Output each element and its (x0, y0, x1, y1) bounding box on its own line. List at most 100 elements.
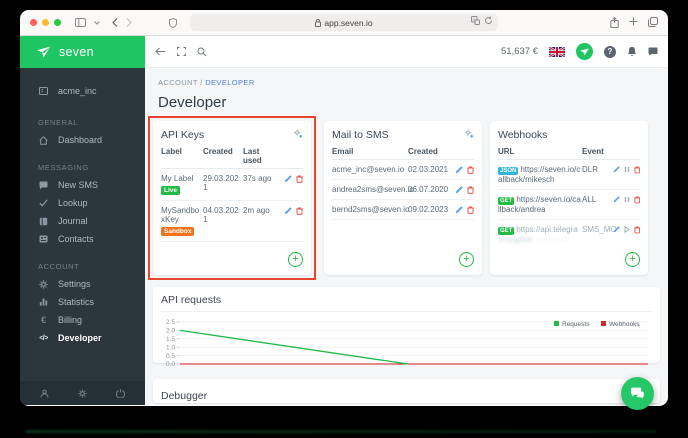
api-key-row: My Label Live 29.03.2021 37s ago (161, 169, 303, 201)
edit-pencil-icon[interactable] (613, 226, 620, 233)
y-tick: 0.0 (166, 361, 175, 368)
sidebar-item-journal[interactable]: Journal (20, 212, 145, 230)
minimize-window-button[interactable] (42, 19, 49, 26)
notifications-bell-icon[interactable] (627, 46, 637, 57)
profile-icon[interactable] (40, 389, 49, 398)
add-api-key-button[interactable]: + (288, 252, 303, 267)
euro-icon: € (40, 314, 46, 325)
browser-window: app.seven.io A seven acme_inc GENERAL Da… (20, 10, 668, 406)
new-sms-label: New SMS (58, 180, 99, 190)
lookup-label: Lookup (58, 198, 88, 208)
get-method-badge: GET (498, 227, 515, 235)
account-balance[interactable]: 51,637 € (501, 46, 538, 57)
chevron-down-icon[interactable] (94, 20, 100, 25)
edit-pencil-icon[interactable] (455, 166, 463, 174)
sidebar-item-workspace[interactable]: acme_inc (20, 82, 145, 100)
tab-overview-icon[interactable] (648, 17, 658, 28)
delete-trash-icon[interactable] (296, 175, 303, 183)
delete-trash-icon[interactable] (633, 166, 641, 174)
page-title: Developer (158, 94, 227, 111)
edit-pencil-icon[interactable] (613, 196, 620, 203)
fullscreen-icon[interactable] (177, 47, 186, 56)
api-key-last-used: 37s ago (243, 174, 272, 183)
chat-bubble-icon (38, 181, 49, 190)
mail-address: bernd2sms@seven.io (332, 205, 410, 214)
webhook-row-disabled: GET https://api.telegra m.org/bot········… (498, 220, 640, 249)
footer-gear-icon[interactable] (78, 388, 87, 398)
seven-plane-icon (37, 46, 51, 58)
delete-trash-icon[interactable] (467, 206, 474, 214)
webhook-url: https://api.telegra (516, 225, 578, 234)
api-key-row: MySandboxKey Sandbox 04.03.2021 2m ago (161, 201, 303, 242)
app-logo[interactable]: seven (20, 36, 145, 68)
add-webhook-button[interactable]: + (625, 252, 640, 267)
settings-label: Settings (58, 279, 91, 289)
close-window-button[interactable] (30, 19, 37, 26)
sidebar: seven acme_inc GENERAL Dashboard MESSAGI… (20, 36, 145, 405)
check-icon (38, 199, 49, 207)
user-avatar[interactable] (576, 43, 593, 60)
language-flag-icon[interactable] (549, 46, 565, 57)
add-mail-button[interactable]: + (459, 252, 474, 267)
gear-icon (38, 279, 49, 289)
sidebar-item-statistics[interactable]: Statistics (20, 293, 145, 311)
delete-trash-icon[interactable] (467, 186, 474, 194)
pause-icon[interactable] (624, 166, 630, 173)
sidebar-item-settings[interactable]: Settings (20, 275, 145, 293)
edit-pencil-icon[interactable] (455, 186, 463, 194)
webhook-event: ALL (582, 195, 597, 204)
forward-button[interactable] (126, 18, 132, 27)
edit-pencil-icon[interactable] (613, 166, 620, 173)
webhook-row: JSON https://seven.io/callback/mikesch DL… (498, 160, 640, 190)
page-content: ACCOUNT / DEVELOPER Developer API Keys L… (145, 68, 668, 405)
developer-label: Developer (58, 333, 102, 343)
breadcrumb-account[interactable]: ACCOUNT (158, 78, 198, 87)
company-icon (38, 87, 49, 95)
logout-icon[interactable] (116, 388, 125, 398)
json-method-badge: JSON (498, 167, 519, 175)
share-icon[interactable] (610, 17, 619, 28)
sidebar-toggle-icon[interactable] (75, 18, 86, 27)
address-bar[interactable]: app.seven.io A (190, 14, 498, 31)
sidebar-item-dashboard[interactable]: Dashboard (20, 131, 145, 149)
api-requests-title: API requests (161, 294, 652, 312)
chat-widget-button[interactable] (621, 377, 654, 410)
sidebar-item-contacts[interactable]: Contacts (20, 230, 145, 248)
search-icon[interactable] (197, 47, 207, 57)
mail-address: acme_inc@seven.io (332, 165, 405, 174)
edit-pencil-icon[interactable] (284, 175, 292, 183)
edit-pencil-icon[interactable] (455, 206, 463, 214)
url-text: app.seven.io (324, 17, 373, 28)
sidebar-item-lookup[interactable]: Lookup (20, 194, 145, 212)
delete-trash-icon[interactable] (633, 196, 641, 204)
code-icon: </> (39, 334, 48, 342)
help-icon[interactable]: ? (604, 45, 616, 58)
api-key-created: 29.03.2021 (203, 174, 239, 192)
lock-icon (315, 18, 322, 27)
debugger-title: Debugger (161, 390, 208, 402)
sidebar-item-billing[interactable]: € Billing (20, 311, 145, 329)
edit-pencil-icon[interactable] (284, 207, 292, 215)
mail-to-sms-settings-icon[interactable] (464, 129, 474, 138)
sandbox-badge: Sandbox (161, 227, 195, 236)
messages-icon[interactable] (648, 47, 658, 56)
new-tab-icon[interactable] (629, 17, 638, 28)
delete-trash-icon[interactable] (296, 207, 303, 215)
delete-trash-icon[interactable] (633, 226, 641, 234)
y-tick: 1.5 (166, 336, 175, 343)
api-key-created: 04.03.2021 (203, 206, 239, 224)
reload-icon[interactable] (484, 16, 493, 25)
sidebar-section-general: GENERAL (38, 118, 79, 127)
pause-icon[interactable] (624, 196, 630, 203)
api-keys-settings-icon[interactable] (293, 129, 303, 138)
translate-icon[interactable]: A (471, 16, 480, 25)
zoom-window-button[interactable] (54, 19, 61, 26)
back-arrow-icon[interactable] (155, 47, 166, 56)
delete-trash-icon[interactable] (467, 166, 474, 174)
sidebar-item-developer[interactable]: </> Developer (20, 329, 145, 347)
privacy-shield-icon[interactable] (169, 17, 177, 28)
play-icon[interactable] (624, 226, 630, 233)
sidebar-item-new-sms[interactable]: New SMS (20, 176, 145, 194)
back-button[interactable] (112, 18, 118, 27)
api-key-label: MySandboxKey (161, 206, 200, 224)
